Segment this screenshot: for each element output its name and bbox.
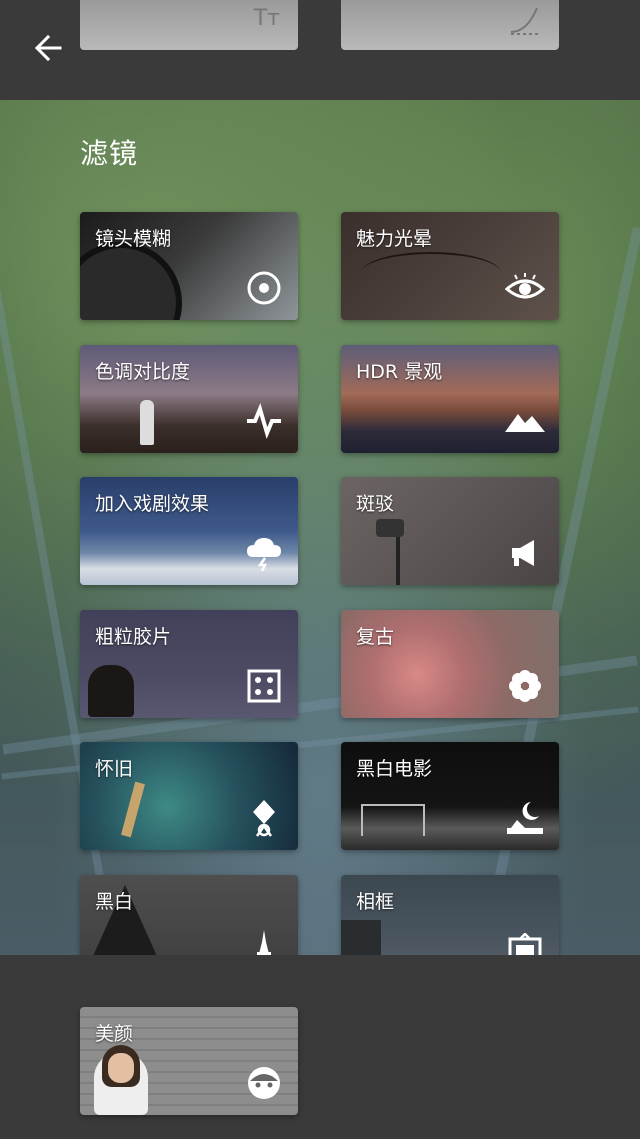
- curve-icon: [510, 7, 539, 35]
- filter-grainy-film[interactable]: 粗粒胶片: [80, 610, 298, 718]
- filter-label: 黑白: [95, 891, 134, 913]
- filter-lens-blur[interactable]: 镜头模糊: [80, 212, 298, 320]
- filter-label: 色调对比度: [95, 361, 191, 383]
- face-icon: [244, 1063, 284, 1103]
- text-size-icon: Tт: [253, 6, 280, 31]
- filter-label: HDR 景观: [356, 361, 443, 383]
- filter-grunge[interactable]: 斑驳: [341, 477, 559, 585]
- ribbon-icon: [244, 798, 284, 838]
- section-title: 滤镜: [80, 137, 139, 170]
- storm-cloud-icon: [244, 533, 284, 573]
- moon-icon: [505, 798, 545, 838]
- filter-hdr-scape[interactable]: HDR 景观: [341, 345, 559, 453]
- flower-icon: [505, 666, 545, 706]
- dice-icon: [244, 666, 284, 706]
- filter-label: 相框: [356, 891, 395, 913]
- target-icon: [244, 268, 284, 308]
- filter-label: 魅力光晕: [356, 228, 433, 250]
- filter-noir[interactable]: 黑白电影: [341, 742, 559, 850]
- pulse-icon: [244, 401, 284, 441]
- mountains-icon: [505, 401, 545, 441]
- filter-vintage[interactable]: 复古: [341, 610, 559, 718]
- filter-drama[interactable]: 加入戏剧效果: [80, 477, 298, 585]
- top-bar: Tт: [0, 0, 640, 100]
- filter-label: 复古: [356, 626, 395, 648]
- filter-label: 黑白电影: [356, 758, 433, 780]
- arrow-left-icon: [34, 34, 62, 62]
- tool-tile-curve[interactable]: [341, 0, 559, 50]
- back-button[interactable]: [28, 28, 68, 68]
- filter-label: 粗粒胶片: [95, 626, 172, 648]
- tool-tile-text[interactable]: Tт: [80, 0, 298, 50]
- filter-label: 怀旧: [95, 758, 134, 780]
- filter-face-enhance[interactable]: 美颜: [80, 1007, 298, 1115]
- filter-label: 斑驳: [356, 493, 395, 515]
- filter-label: 加入戏剧效果: [95, 493, 210, 515]
- filter-glamour-glow[interactable]: 魅力光晕: [341, 212, 559, 320]
- filter-label: 镜头模糊: [95, 228, 172, 250]
- megaphone-icon: [505, 533, 545, 573]
- filter-retrolux[interactable]: 怀旧: [80, 742, 298, 850]
- filter-label: 美颜: [95, 1023, 134, 1045]
- eye-icon: [505, 268, 545, 308]
- filter-tonal-contrast[interactable]: 色调对比度: [80, 345, 298, 453]
